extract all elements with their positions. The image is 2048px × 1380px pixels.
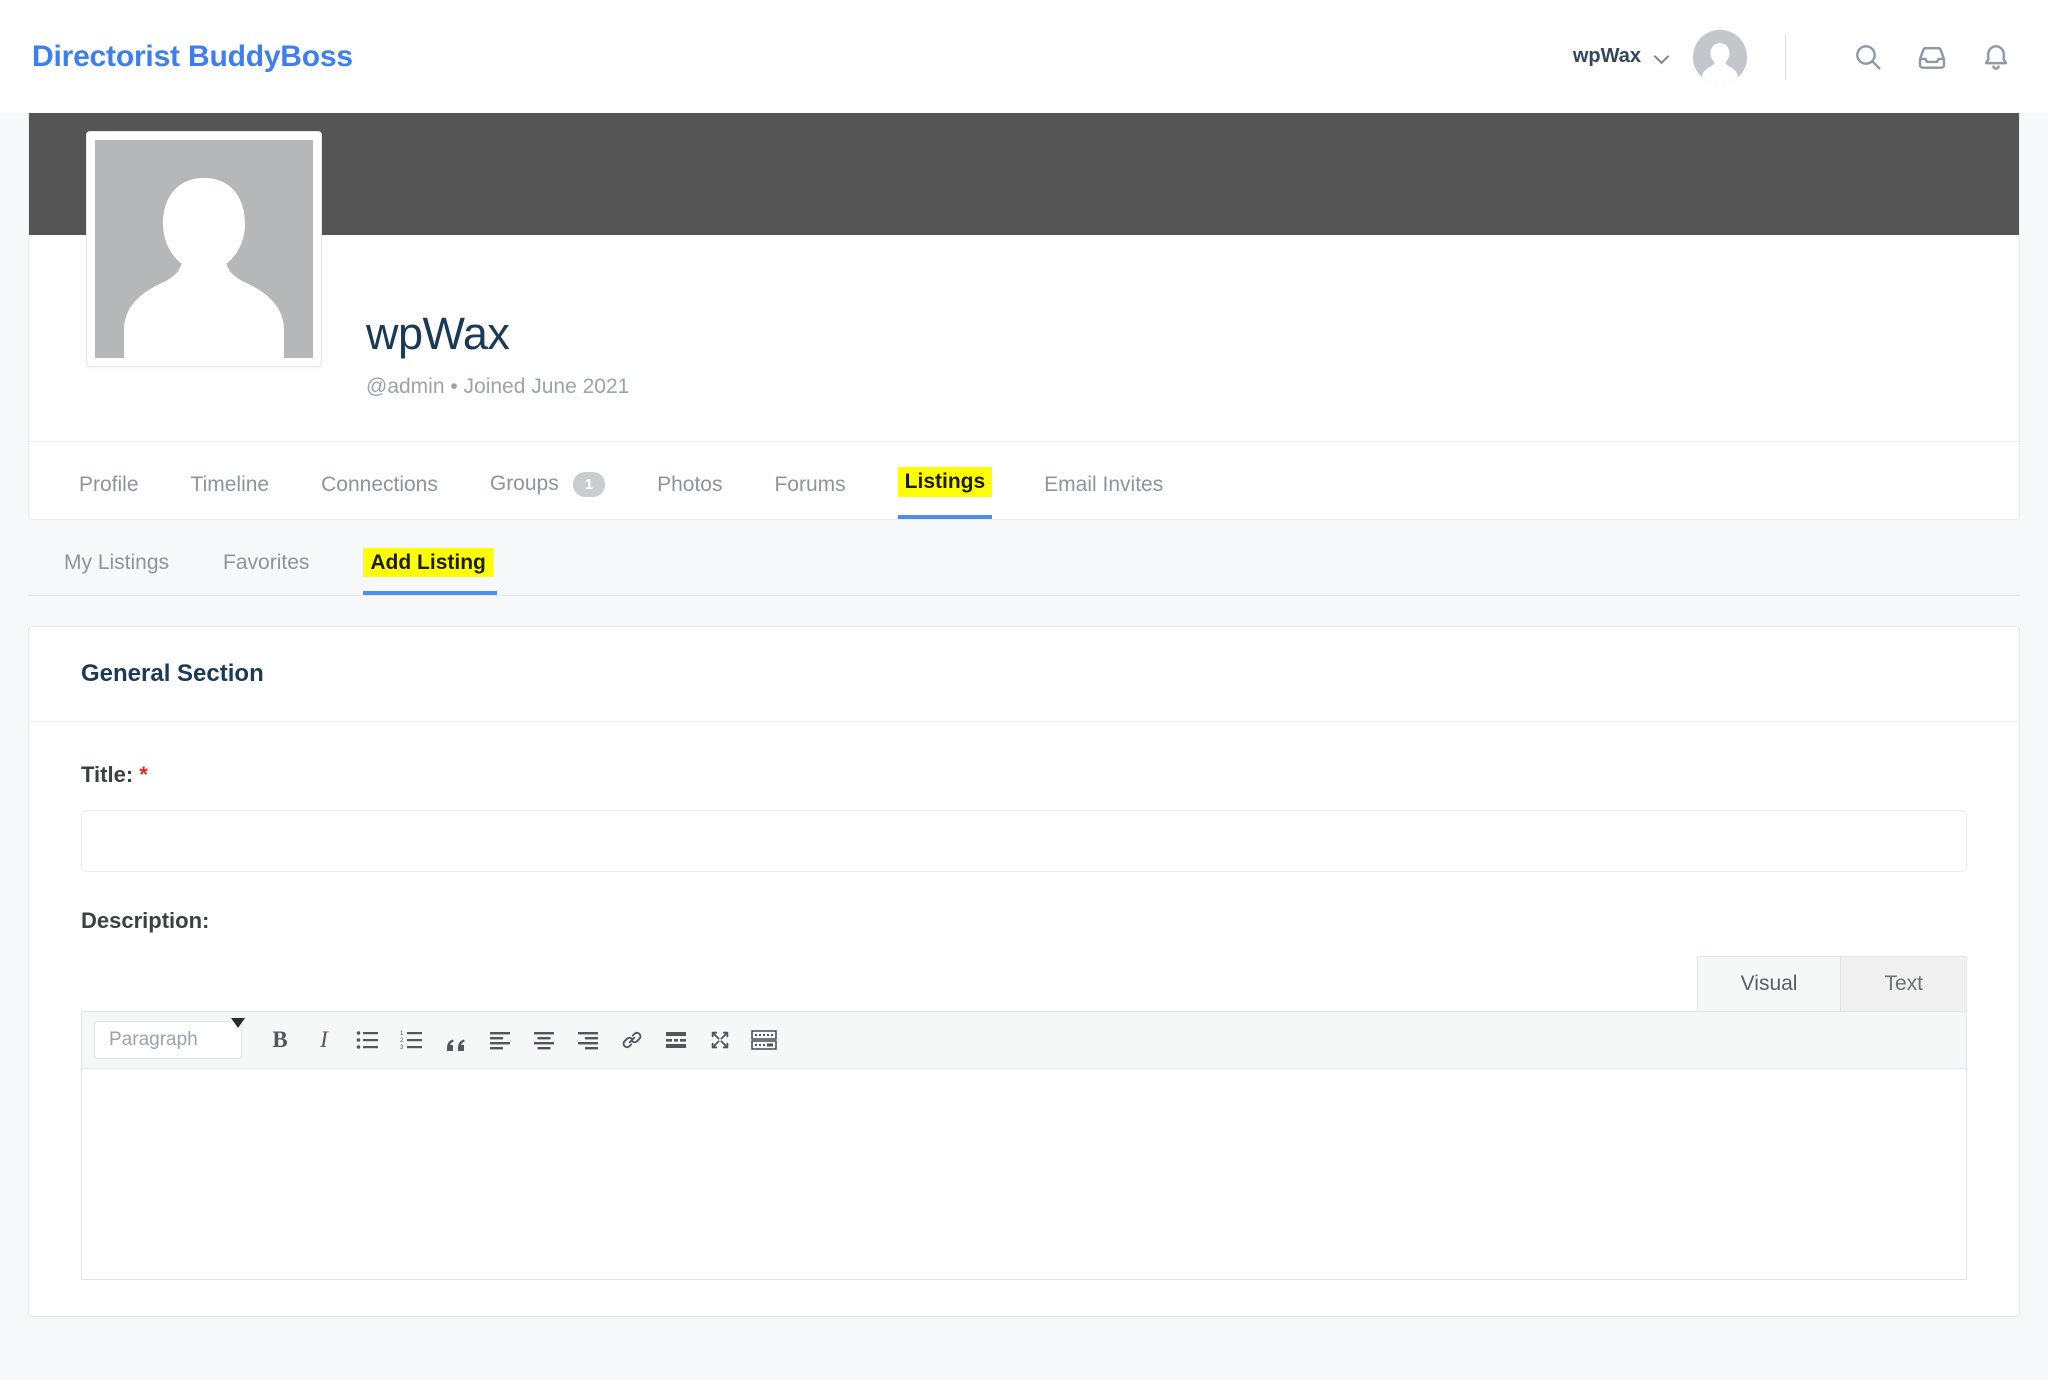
avatar[interactable] <box>1693 30 1747 84</box>
nav-tab-label: Timeline <box>191 473 270 497</box>
description-field-label: Description: <box>81 908 1967 934</box>
form-body: Title: * Description: Visual Text Paragr… <box>29 722 2019 1280</box>
nav-tab-label: Forums <box>774 473 845 497</box>
header-username[interactable]: wpWax <box>1573 45 1641 68</box>
nav-tab-label: Groups <box>490 472 559 496</box>
italic-icon[interactable]: I <box>302 1021 346 1059</box>
notifications-bell-icon[interactable] <box>1980 41 2012 73</box>
editor-content-area[interactable] <box>82 1069 1966 1279</box>
svg-text:1: 1 <box>400 1031 404 1037</box>
add-listing-form: General Section Title: * Description: Vi… <box>28 626 2020 1317</box>
editor-tab-text[interactable]: Text <box>1840 956 1967 1011</box>
cover-photo <box>29 113 2019 235</box>
nav-tab-label: Email Invites <box>1044 473 1163 497</box>
editor-box: Paragraph B I <box>81 1011 1967 1280</box>
bold-icon[interactable]: B <box>258 1021 302 1059</box>
nav-tab-label: Profile <box>79 473 139 497</box>
blockquote-icon[interactable] <box>434 1021 478 1059</box>
site-title[interactable]: Directorist BuddyBoss <box>32 40 353 74</box>
nav-tab-connections[interactable]: Connections <box>321 473 438 519</box>
bulleted-list-icon[interactable] <box>346 1021 390 1059</box>
profile-body: wpWax @admin • Joined June 2021 <box>29 235 2019 441</box>
insert-link-icon[interactable] <box>610 1021 654 1059</box>
svg-text:3: 3 <box>400 1045 404 1051</box>
profile-nav: Profile Timeline Connections Groups 1 Ph… <box>29 441 2019 519</box>
groups-count-badge: 1 <box>573 472 605 498</box>
subtab-favorites[interactable]: Favorites <box>223 551 309 595</box>
nav-tab-timeline[interactable]: Timeline <box>191 473 270 519</box>
nav-tab-label: Photos <box>657 473 722 497</box>
description-editor: Visual Text Paragraph B I <box>81 956 1967 1280</box>
title-field-label: Title: * <box>81 762 1967 788</box>
numbered-list-icon[interactable]: 1 2 3 <box>390 1021 434 1059</box>
profile-card: wpWax @admin • Joined June 2021 Profile … <box>28 113 2020 520</box>
svg-text:2: 2 <box>400 1038 404 1044</box>
editor-mode-tabs: Visual Text <box>81 956 1967 1011</box>
listings-subnav: My Listings Favorites Add Listing <box>28 520 2020 596</box>
subtab-label: Add Listing <box>363 548 492 577</box>
insert-read-more-icon[interactable] <box>654 1021 698 1059</box>
chevron-down-icon[interactable] <box>1655 49 1671 65</box>
profile-avatar[interactable] <box>86 131 322 367</box>
title-field-group: Title: * <box>81 762 1967 872</box>
site-header: Directorist BuddyBoss wpWax <box>0 0 2048 113</box>
required-asterisk: * <box>139 762 148 787</box>
profile-meta: @admin • Joined June 2021 <box>366 375 629 399</box>
align-left-icon[interactable] <box>478 1021 522 1059</box>
header-divider <box>1785 34 1786 80</box>
fullscreen-icon[interactable] <box>698 1021 742 1059</box>
title-label-text: Title: <box>81 762 133 787</box>
subtab-label: Favorites <box>223 551 309 574</box>
search-icon[interactable] <box>1852 41 1884 73</box>
nav-tab-label: Connections <box>321 473 438 497</box>
chevron-down-icon <box>231 1018 245 1028</box>
nav-tab-listings[interactable]: Listings <box>898 467 993 519</box>
header-actions: wpWax <box>1573 30 2012 84</box>
subtab-label: My Listings <box>64 551 169 574</box>
nav-tab-label: Listings <box>898 467 993 497</box>
description-field-group: Description: Visual Text Paragraph B I <box>81 908 1967 1280</box>
nav-tab-photos[interactable]: Photos <box>657 473 722 519</box>
page-title: wpWax <box>366 309 629 359</box>
nav-tab-email-invites[interactable]: Email Invites <box>1044 473 1163 519</box>
subtab-my-listings[interactable]: My Listings <box>64 551 169 595</box>
nav-tab-profile[interactable]: Profile <box>79 473 139 519</box>
general-section-heading: General Section <box>29 627 2019 722</box>
align-right-icon[interactable] <box>566 1021 610 1059</box>
format-select-value: Paragraph <box>109 1029 198 1051</box>
align-center-icon[interactable] <box>522 1021 566 1059</box>
profile-identity: wpWax @admin • Joined June 2021 <box>366 309 629 399</box>
format-select[interactable]: Paragraph <box>94 1021 242 1059</box>
nav-tab-groups[interactable]: Groups 1 <box>490 472 605 520</box>
avatar-placeholder-image <box>95 140 313 358</box>
inbox-icon[interactable] <box>1916 41 1948 73</box>
editor-toolbar: Paragraph B I <box>82 1012 1966 1069</box>
toolbar-toggle-icon[interactable] <box>742 1021 786 1059</box>
nav-tab-forums[interactable]: Forums <box>774 473 845 519</box>
subtab-add-listing[interactable]: Add Listing <box>363 551 492 595</box>
editor-tab-visual[interactable]: Visual <box>1697 956 1842 1011</box>
title-input[interactable] <box>81 810 1967 872</box>
